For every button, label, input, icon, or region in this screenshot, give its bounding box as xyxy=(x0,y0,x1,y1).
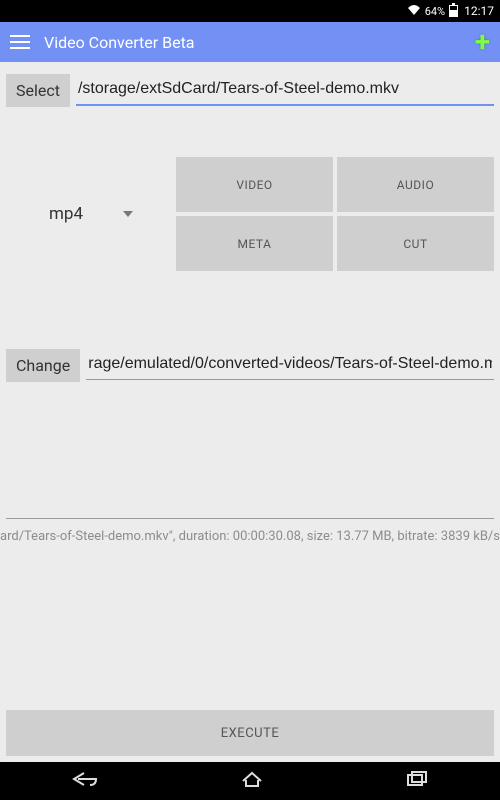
chevron-down-icon xyxy=(123,211,133,217)
format-value: mp4 xyxy=(49,204,83,224)
format-select[interactable]: mp4 xyxy=(6,204,176,224)
battery-percent: 64% xyxy=(425,5,445,18)
execute-button[interactable]: EXECUTE xyxy=(6,710,494,756)
app-bar: Video Converter Beta + xyxy=(0,22,500,62)
menu-icon[interactable] xyxy=(10,35,30,49)
options-row: mp4 VIDEO AUDIO META CUT xyxy=(0,157,500,271)
add-icon[interactable]: + xyxy=(475,28,490,56)
dest-path-input[interactable] xyxy=(86,351,494,380)
select-button[interactable]: Select xyxy=(6,74,70,107)
back-icon[interactable] xyxy=(72,771,98,791)
app-title: Video Converter Beta xyxy=(44,33,475,52)
cut-button[interactable]: CUT xyxy=(337,216,494,271)
source-path-input[interactable] xyxy=(76,76,494,106)
video-button[interactable]: VIDEO xyxy=(176,157,333,212)
home-icon[interactable] xyxy=(241,771,263,791)
audio-button[interactable]: AUDIO xyxy=(337,157,494,212)
meta-button[interactable]: META xyxy=(176,216,333,271)
change-button[interactable]: Change xyxy=(6,349,80,382)
media-info-text: ard/Tears-of-Steel-demo.mkv", duration: … xyxy=(0,519,500,544)
battery-icon xyxy=(449,3,458,20)
clock: 12:17 xyxy=(464,4,494,18)
recents-icon[interactable] xyxy=(406,771,428,791)
output-row: Change xyxy=(0,337,500,382)
option-grid: VIDEO AUDIO META CUT xyxy=(176,157,494,271)
android-nav-bar xyxy=(0,762,500,800)
android-status-bar: 64% 12:17 xyxy=(0,0,500,22)
wifi-icon xyxy=(407,4,421,19)
source-row: Select xyxy=(0,62,500,107)
